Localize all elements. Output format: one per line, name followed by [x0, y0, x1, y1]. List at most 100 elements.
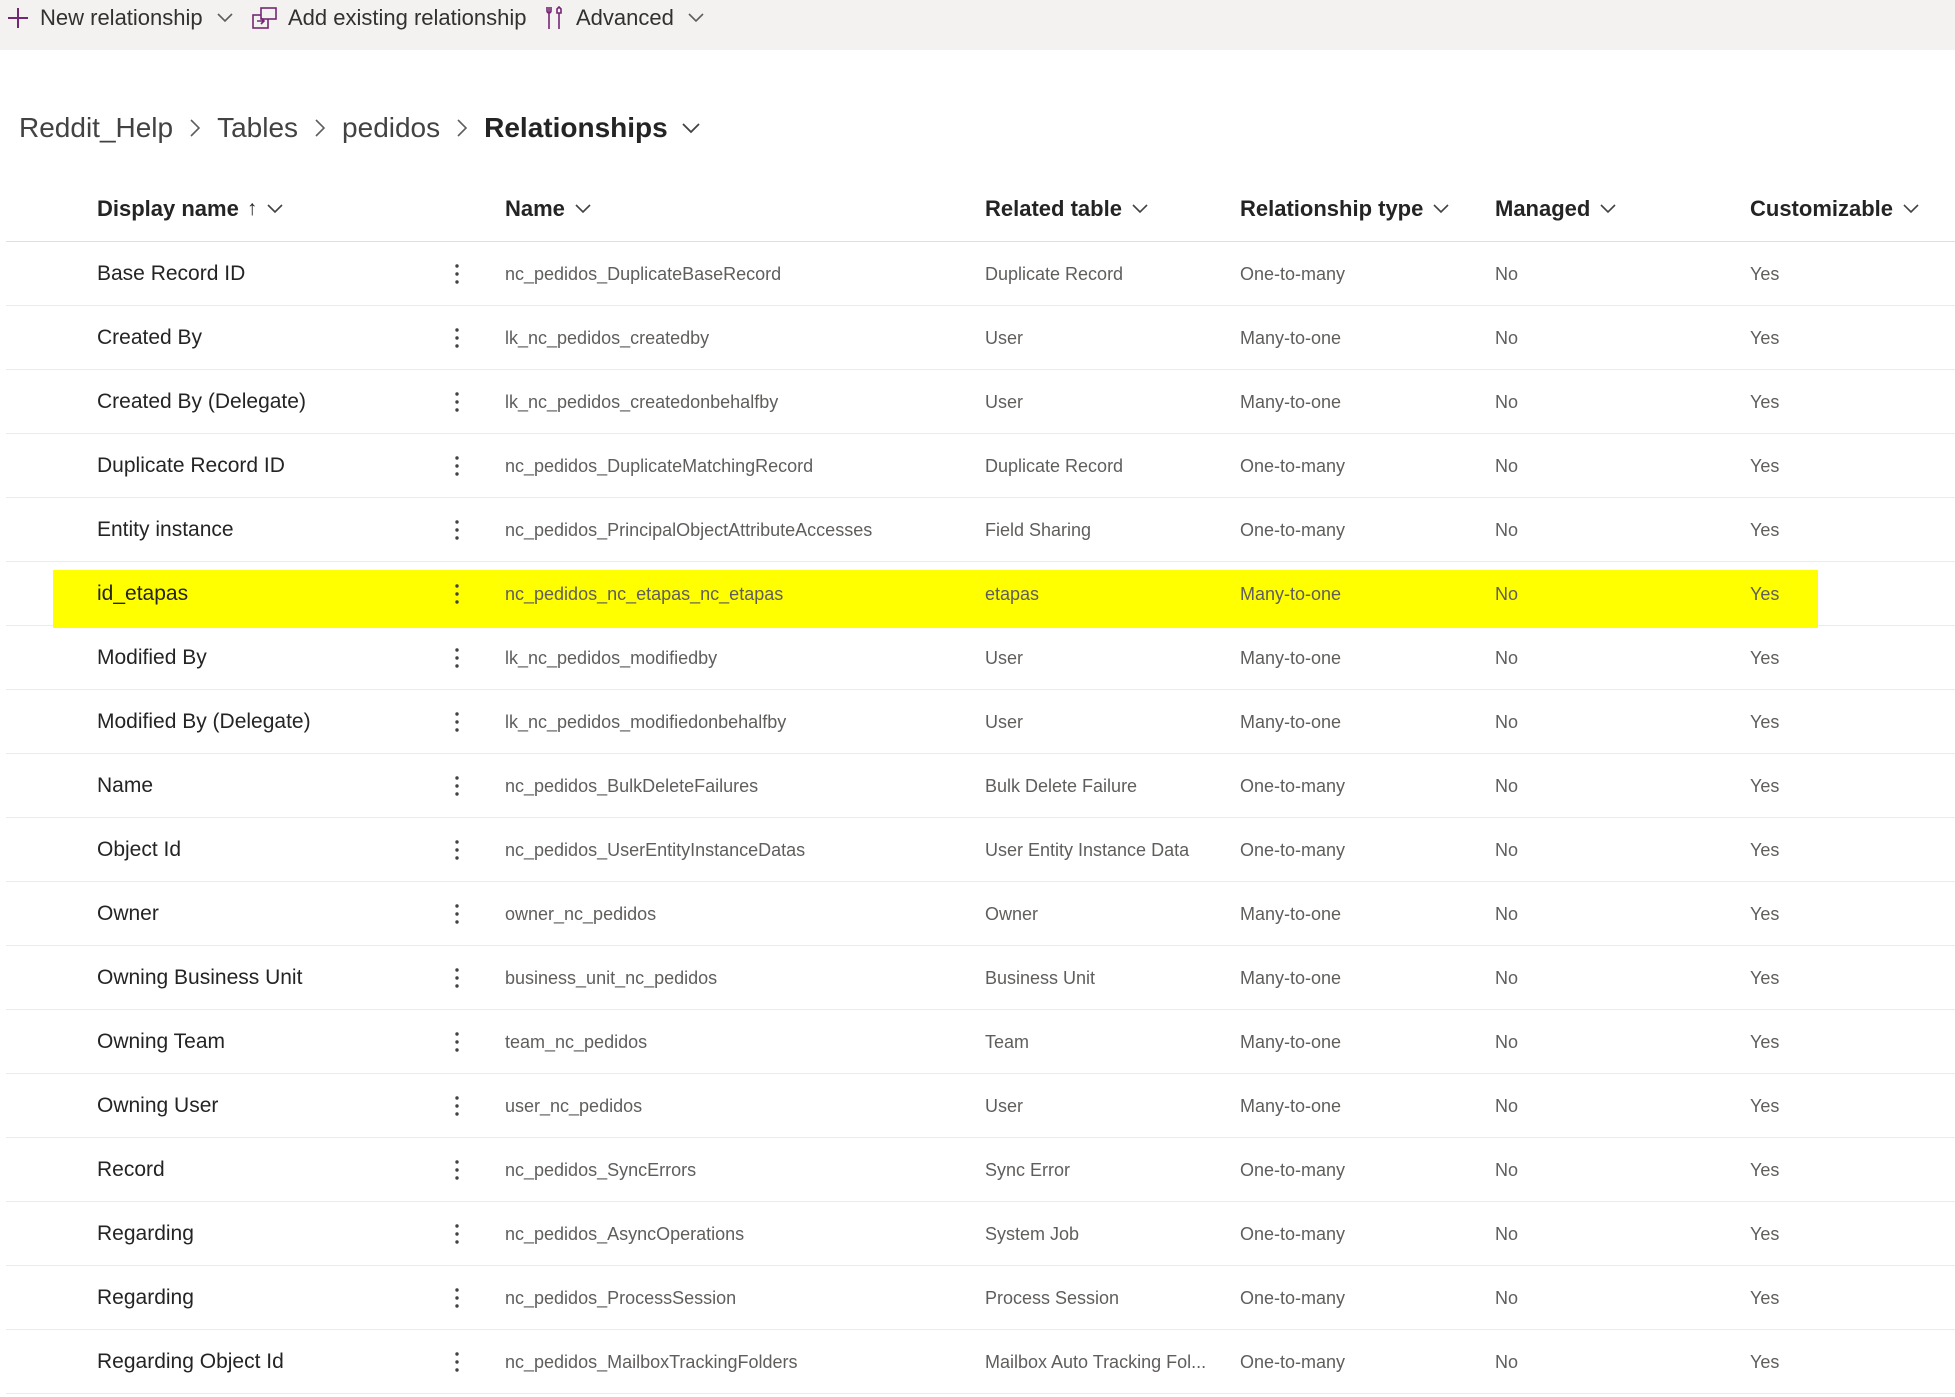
display-name-cell[interactable]: id_etapas [97, 562, 188, 626]
related-table-cell: User [985, 711, 1024, 732]
customizable-cell: Yes [1750, 1351, 1780, 1372]
display-name-cell[interactable]: Owning Business Unit [97, 946, 302, 1010]
managed-cell: No [1495, 1223, 1519, 1244]
breadcrumb-item-reddit-help[interactable]: Reddit_Help [19, 112, 173, 144]
display-name-cell[interactable]: Modified By (Delegate) [97, 690, 311, 754]
more-vertical-icon[interactable] [440, 498, 474, 562]
table-row[interactable]: Owning Team team_nc_pedidos Team Many-to… [6, 1010, 1955, 1074]
table-row[interactable]: Created By (Delegate) lk_nc_pedidos_crea… [6, 370, 1955, 434]
schema-name-cell: lk_nc_pedidos_createdonbehalfby [505, 391, 779, 412]
schema-name-cell: nc_pedidos_BulkDeleteFailures [505, 775, 759, 796]
display-name-cell[interactable]: Record [97, 1138, 165, 1202]
table-row[interactable]: Modified By lk_nc_pedidos_modifiedby Use… [6, 626, 1955, 690]
display-name-cell[interactable]: Object Id [97, 818, 181, 882]
more-vertical-icon[interactable] [440, 370, 474, 434]
chevron-right-icon [190, 119, 201, 137]
relationship-type-cell: One-to-many [1240, 839, 1346, 860]
column-header-relationship-type[interactable]: Relationship type [1240, 176, 1449, 242]
table-row[interactable]: Record nc_pedidos_SyncErrors Sync Error … [6, 1138, 1955, 1202]
more-vertical-icon[interactable] [440, 1266, 474, 1330]
more-vertical-icon[interactable] [440, 1330, 474, 1394]
table-row[interactable]: Object Id nc_pedidos_UserEntityInstanceD… [6, 818, 1955, 882]
display-name-cell[interactable]: Owning Team [97, 1010, 225, 1074]
chevron-down-icon[interactable] [217, 13, 233, 23]
chevron-down-icon [267, 204, 283, 214]
more-vertical-icon[interactable] [440, 242, 474, 306]
display-name-cell[interactable]: Regarding [97, 1202, 194, 1266]
display-name-cell[interactable]: Entity instance [97, 498, 234, 562]
column-header-label: Customizable [1750, 196, 1894, 221]
display-name-cell[interactable]: Created By [97, 306, 202, 370]
row-highlight [53, 570, 1818, 628]
table-row[interactable]: Base Record ID nc_pedidos_DuplicateBaseR… [6, 242, 1955, 306]
managed-cell: No [1495, 455, 1519, 476]
table-row[interactable]: id_etapas nc_pedidos_nc_etapas_nc_etapas… [6, 562, 1955, 628]
display-name-cell[interactable]: Base Record ID [97, 242, 245, 306]
display-name-cell[interactable]: Owning User [97, 1074, 218, 1138]
customizable-cell: Yes [1750, 263, 1780, 284]
more-vertical-icon[interactable] [440, 946, 474, 1010]
table-row[interactable]: Entity instance nc_pedidos_PrincipalObje… [6, 498, 1955, 562]
column-header-label: Related table [985, 196, 1122, 221]
advanced-button[interactable]: Advanced [544, 0, 704, 36]
more-vertical-icon[interactable] [440, 1202, 474, 1266]
add-existing-relationship-button[interactable]: Add existing relationship [252, 0, 526, 36]
more-vertical-icon[interactable] [440, 1010, 474, 1074]
new-relationship-button[interactable]: New relationship [6, 0, 233, 36]
table-row[interactable]: Owner owner_nc_pedidos Owner Many-to-one… [6, 882, 1955, 946]
breadcrumb-item-tables[interactable]: Tables [217, 112, 298, 144]
column-header-customizable[interactable]: Customizable [1750, 176, 1919, 242]
table-row[interactable]: Modified By (Delegate) lk_nc_pedidos_mod… [6, 690, 1955, 754]
display-name-cell[interactable]: Owner [97, 882, 159, 946]
table-row[interactable]: Duplicate Record ID nc_pedidos_Duplicate… [6, 434, 1955, 498]
more-vertical-icon[interactable] [440, 562, 474, 626]
schema-name-cell: lk_nc_pedidos_modifiedby [505, 647, 718, 668]
customizable-cell: Yes [1750, 711, 1780, 732]
more-vertical-icon[interactable] [440, 882, 474, 946]
relationship-type-cell: One-to-many [1240, 1223, 1346, 1244]
display-name-cell[interactable]: Regarding [97, 1266, 194, 1330]
schema-name-cell: nc_pedidos_AsyncOperations [505, 1223, 745, 1244]
relationship-type-cell: One-to-many [1240, 1351, 1346, 1372]
table-row[interactable]: Name nc_pedidos_BulkDeleteFailures Bulk … [6, 754, 1955, 818]
chevron-right-icon [315, 119, 326, 137]
more-vertical-icon[interactable] [440, 1138, 474, 1202]
display-name-cell[interactable]: Name [97, 754, 153, 818]
related-table-cell: User Entity Instance Data [985, 839, 1190, 860]
display-name-cell[interactable]: Modified By [97, 626, 207, 690]
display-name-cell[interactable]: Regarding Object Id [97, 1330, 284, 1394]
table-row[interactable]: Owning Business Unit business_unit_nc_pe… [6, 946, 1955, 1010]
table-row[interactable]: Owning User user_nc_pedidos User Many-to… [6, 1074, 1955, 1138]
more-vertical-icon[interactable] [440, 306, 474, 370]
customizable-cell: Yes [1750, 775, 1780, 796]
more-vertical-icon[interactable] [440, 1074, 474, 1138]
column-header-name[interactable]: Name [505, 176, 591, 242]
more-vertical-icon[interactable] [440, 818, 474, 882]
breadcrumb-item-pedidos[interactable]: pedidos [342, 112, 440, 144]
wrench-icon [544, 5, 566, 31]
schema-name-cell: user_nc_pedidos [505, 1095, 643, 1116]
column-header-managed[interactable]: Managed [1495, 176, 1616, 242]
schema-name-cell: lk_nc_pedidos_modifiedonbehalfby [505, 711, 787, 732]
column-header-related-table[interactable]: Related table [985, 176, 1148, 242]
table-row[interactable]: Regarding nc_pedidos_AsyncOperations Sys… [6, 1202, 1955, 1266]
related-table-cell: User [985, 1095, 1024, 1116]
customizable-cell: Yes [1750, 327, 1780, 348]
managed-cell: No [1495, 903, 1519, 924]
more-vertical-icon[interactable] [440, 626, 474, 690]
table-row[interactable]: Created By lk_nc_pedidos_createdby User … [6, 306, 1955, 370]
more-vertical-icon[interactable] [440, 434, 474, 498]
chevron-down-icon[interactable] [688, 13, 704, 23]
breadcrumb-current-relationships[interactable]: Relationships [484, 112, 668, 144]
table-row[interactable]: Regarding nc_pedidos_ProcessSession Proc… [6, 1266, 1955, 1330]
customizable-cell: Yes [1750, 1031, 1780, 1052]
table-row[interactable]: Regarding Object Id nc_pedidos_MailboxTr… [6, 1330, 1955, 1394]
display-name-cell[interactable]: Duplicate Record ID [97, 434, 285, 498]
column-header-display-name[interactable]: Display name ↑ [97, 176, 283, 242]
more-vertical-icon[interactable] [440, 754, 474, 818]
related-table-cell: System Job [985, 1223, 1080, 1244]
more-vertical-icon[interactable] [440, 690, 474, 754]
display-name-cell[interactable]: Created By (Delegate) [97, 370, 306, 434]
chevron-down-icon[interactable] [682, 122, 700, 134]
column-header-label: Display name [97, 196, 239, 221]
